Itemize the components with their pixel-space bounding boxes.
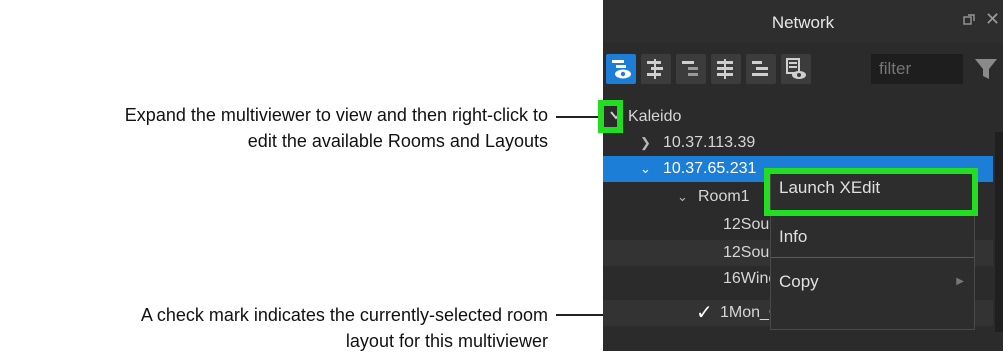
menu-item-copy[interactable]: Copy ▶ (771, 267, 974, 297)
tree-collapse-icon (682, 61, 698, 76)
tree-expand-button[interactable] (641, 54, 671, 84)
expand-leader-line (556, 116, 598, 118)
expand-callout: Expand the multiviewer to view and then … (0, 102, 548, 154)
panel-titlebar: Network ✕ (603, 0, 1003, 42)
chevron-down-icon[interactable]: ⌄ (677, 184, 688, 210)
tree-icon (647, 59, 663, 79)
tree-item-kaleido[interactable]: Kaleido (603, 104, 993, 130)
tree-item-label: 12Sour (723, 244, 775, 261)
check-callout-line-1: A check mark indicates the currently-sel… (140, 305, 548, 325)
checkmark-icon: ✓ (696, 302, 713, 324)
check-callout-line-2: layout for this multiviewer (345, 331, 548, 351)
tree-item-label: 16Winc (723, 270, 777, 287)
filter-input[interactable] (871, 54, 963, 84)
tree-level-icon (717, 59, 733, 79)
tree-item-label: 10.37.65.231 (663, 160, 757, 177)
network-view-button[interactable] (606, 54, 636, 84)
filter-funnel-icon[interactable] (973, 56, 999, 87)
expand-callout-line-2: edit the available Rooms and Layouts (247, 131, 548, 151)
panel-title: Network (771, 13, 835, 32)
tree-flat-icon (752, 61, 768, 76)
close-icon[interactable]: ✕ (985, 9, 1000, 30)
float-window-icon[interactable] (963, 12, 977, 29)
tree-item-label: 10.37.113.39 (663, 134, 756, 151)
expand-highlight-box (598, 100, 623, 133)
tree-flat-button[interactable] (746, 54, 776, 84)
tree-scrollbar[interactable] (995, 132, 1003, 332)
tree-item-label: Kaleido (628, 108, 682, 125)
monitor-view-button[interactable] (781, 54, 811, 84)
tree-level-button[interactable] (711, 54, 741, 84)
tree-item-label: Room1 (698, 188, 750, 205)
tree-item-node1[interactable]: ❯ 10.37.113.39 (603, 130, 993, 156)
chevron-down-icon[interactable]: ⌄ (640, 156, 651, 182)
check-callout: A check mark indicates the currently-sel… (0, 302, 548, 354)
menu-item-info[interactable]: Info (771, 222, 974, 252)
launch-highlight-box (764, 168, 978, 216)
panel-toolbar (603, 48, 1003, 88)
submenu-arrow-icon: ▶ (956, 276, 964, 287)
tree-collapse-button[interactable] (676, 54, 706, 84)
network-eye-icon (612, 60, 631, 79)
expand-callout-line-1: Expand the multiviewer to view and then … (124, 105, 548, 125)
menu-separator (771, 257, 974, 258)
chevron-right-icon[interactable]: ❯ (640, 130, 651, 156)
monitor-eye-icon (786, 58, 806, 79)
